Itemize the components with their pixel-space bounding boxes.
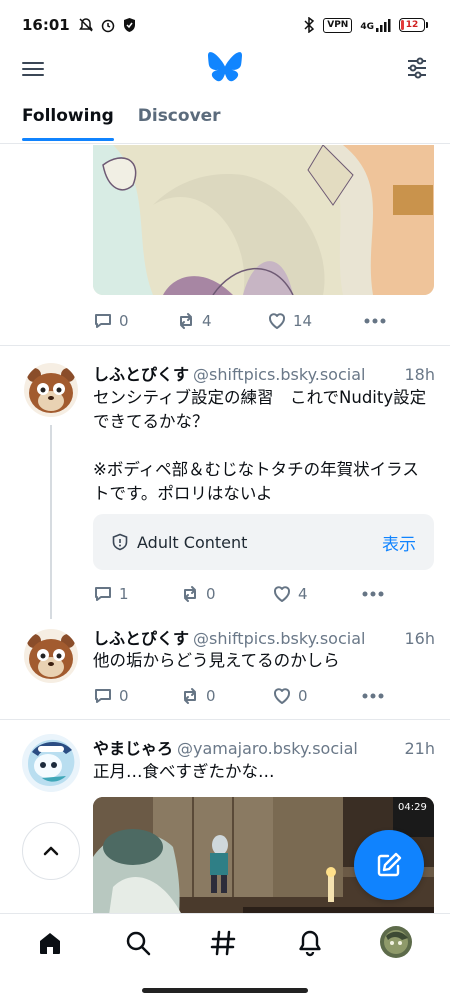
post-header: やまじゃろ @yamajaro.bsky.social 21h	[93, 735, 435, 759]
nav-feeds[interactable]	[208, 928, 238, 958]
repost-button[interactable]: 0	[180, 686, 216, 706]
chevron-up-icon	[43, 846, 59, 856]
repost-icon	[180, 313, 192, 329]
more-options-icon[interactable]	[364, 317, 386, 325]
bluetooth-icon	[304, 17, 315, 33]
warning-label: Adult Content	[137, 532, 248, 552]
home-indicator	[142, 988, 308, 993]
author-handle[interactable]: @yamajaro.bsky.social	[177, 739, 358, 758]
post-text: 正月…食べすぎたかな…	[93, 762, 275, 781]
battery-icon: 12	[399, 18, 428, 32]
heart-icon	[269, 313, 285, 329]
avatar[interactable]	[24, 363, 78, 417]
bell-icon	[299, 930, 321, 957]
reply-button[interactable]: 0	[93, 311, 129, 331]
reply-icon	[95, 587, 111, 601]
game-hud-time: 04:29	[398, 802, 427, 813]
post-divider	[0, 345, 450, 346]
nav-profile-avatar[interactable]	[380, 926, 412, 958]
more-options-icon[interactable]	[362, 692, 384, 700]
feed-settings-icon[interactable]	[406, 56, 428, 80]
author-name[interactable]: やまじゃろ	[93, 735, 173, 759]
shield-icon	[123, 18, 135, 32]
alarm-icon	[101, 19, 114, 33]
post-header: しふとぴくす @shiftpics.bsky.social 16h	[93, 625, 435, 649]
show-content-button[interactable]: 表示	[382, 530, 416, 555]
avatar[interactable]	[24, 629, 78, 683]
nav-home[interactable]	[35, 928, 65, 958]
more-options-icon[interactable]	[362, 590, 384, 598]
thread-line	[50, 425, 52, 619]
post-image[interactable]	[93, 145, 434, 295]
shield-warning-icon	[112, 533, 128, 551]
active-tab-indicator	[22, 138, 114, 141]
search-icon	[126, 931, 151, 956]
heart-icon	[274, 586, 290, 602]
post-time[interactable]: 21h	[405, 739, 436, 758]
tab-discover[interactable]: Discover	[138, 96, 221, 143]
nav-notifications[interactable]	[295, 928, 325, 958]
repost-icon	[184, 688, 196, 704]
repost-button[interactable]: 0	[180, 584, 216, 604]
content-warning[interactable]: Adult Content 表示	[93, 514, 434, 570]
nav-search[interactable]	[123, 928, 153, 958]
compose-pencil-icon	[377, 852, 402, 877]
author-handle[interactable]: @shiftpics.bsky.social	[193, 629, 365, 648]
repost-button[interactable]: 4	[176, 311, 212, 331]
reply-icon	[95, 689, 111, 703]
app-header	[0, 50, 450, 90]
like-button[interactable]: 14	[267, 311, 312, 331]
repost-icon	[184, 586, 196, 602]
butterfly-logo-icon	[208, 52, 242, 82]
like-button[interactable]: 0	[272, 686, 308, 706]
bottom-nav	[0, 913, 450, 971]
post-divider	[0, 719, 450, 720]
home-icon	[40, 933, 60, 954]
reply-button[interactable]: 1	[93, 584, 129, 604]
post-time[interactable]: 18h	[405, 365, 436, 384]
signal-icon	[376, 19, 391, 32]
profile-avatar-image	[380, 926, 412, 958]
vpn-badge: VPN	[323, 17, 353, 33]
tanuki-avatar-image	[24, 363, 78, 417]
scroll-to-top-button[interactable]	[22, 822, 80, 880]
author-handle[interactable]: @shiftpics.bsky.social	[193, 365, 365, 384]
character-avatar-image	[22, 734, 80, 792]
mute-bell-icon	[78, 18, 93, 32]
post-text: 他の垢からどう見えてるのかしら	[93, 651, 340, 670]
like-button[interactable]: 4	[272, 584, 308, 604]
reply-button[interactable]: 0	[93, 686, 129, 706]
post-time[interactable]: 16h	[405, 629, 436, 648]
author-name[interactable]: しふとぴくす	[93, 361, 189, 385]
hashtag-icon	[210, 930, 236, 956]
avatar[interactable]	[22, 734, 80, 792]
status-bar: 16:01 VPN 4G 12	[0, 0, 450, 50]
author-name[interactable]: しふとぴくす	[93, 625, 189, 649]
illustration-image	[93, 145, 434, 295]
tab-following[interactable]: Following	[22, 96, 114, 143]
status-time: 16:01	[22, 16, 70, 34]
post-text: センシティブ設定の練習 これでNudity設定できてるかな？ ※ボディペ部＆むじ…	[93, 388, 427, 503]
reply-icon	[95, 314, 111, 328]
compose-button[interactable]	[354, 830, 424, 900]
heart-icon	[274, 688, 290, 704]
tanuki-avatar-image	[24, 629, 78, 683]
menu-icon[interactable]	[22, 58, 44, 80]
feed-tabs: Following Discover	[0, 96, 450, 144]
network-label: 4G	[360, 18, 391, 32]
post-header: しふとぴくす @shiftpics.bsky.social 18h	[93, 361, 435, 385]
feed: 0 4 14 しふとぴくす @shiftpics.bsky.social 18h…	[0, 145, 450, 913]
